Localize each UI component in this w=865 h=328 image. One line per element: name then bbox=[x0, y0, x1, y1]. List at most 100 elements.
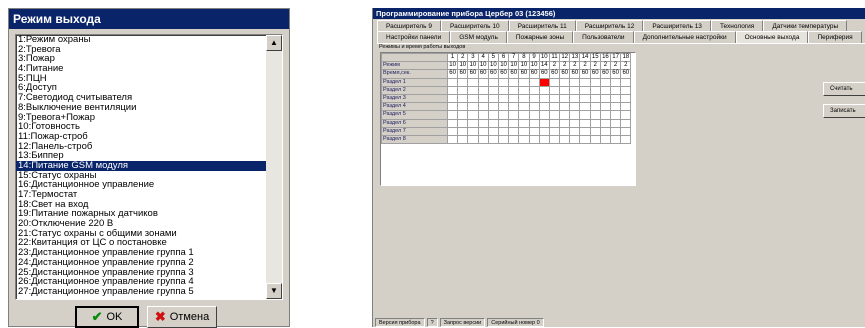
value-cell[interactable]: 60 bbox=[446, 69, 459, 79]
scroll-up-icon[interactable]: ▲ bbox=[266, 35, 282, 51]
value-cell[interactable]: 10 bbox=[497, 61, 510, 71]
section-cell[interactable] bbox=[528, 93, 540, 104]
section-cell[interactable] bbox=[457, 93, 469, 104]
section-cell[interactable] bbox=[620, 77, 632, 87]
section-cell[interactable] bbox=[457, 85, 469, 95]
list-item[interactable]: 9:Тревога+Пожар bbox=[16, 113, 268, 123]
section-cell[interactable] bbox=[508, 102, 520, 112]
value-cell[interactable]: 10 bbox=[457, 61, 469, 71]
section-cell[interactable] bbox=[609, 102, 622, 112]
section-cell[interactable] bbox=[528, 134, 540, 145]
section-cell[interactable] bbox=[569, 85, 581, 95]
value-cell[interactable]: 60 bbox=[548, 69, 561, 79]
list-item[interactable]: 18:Свет на вход bbox=[16, 200, 268, 210]
section-cell[interactable] bbox=[467, 93, 479, 104]
section-cell[interactable] bbox=[589, 118, 601, 128]
list-item[interactable]: 21:Статус охраны с общими зонами bbox=[16, 229, 268, 239]
section-cell[interactable] bbox=[446, 77, 459, 87]
section-cell[interactable] bbox=[487, 126, 499, 136]
section-cell[interactable] bbox=[508, 77, 520, 87]
section-cell[interactable] bbox=[538, 102, 550, 112]
section-cell[interactable] bbox=[620, 118, 632, 128]
section-cell[interactable] bbox=[599, 118, 612, 128]
section-cell[interactable] bbox=[620, 134, 632, 145]
section-cell[interactable] bbox=[538, 110, 550, 120]
section-cell[interactable] bbox=[446, 118, 459, 128]
value-cell[interactable]: 2 bbox=[559, 61, 571, 71]
section-cell[interactable] bbox=[599, 93, 612, 104]
section-cell[interactable] bbox=[589, 134, 601, 145]
section-cell[interactable] bbox=[446, 126, 459, 136]
section-cell[interactable] bbox=[518, 85, 530, 95]
section-cell[interactable] bbox=[589, 93, 601, 104]
section-cell[interactable] bbox=[497, 110, 510, 120]
section-cell[interactable] bbox=[538, 126, 550, 136]
section-cell[interactable] bbox=[508, 93, 520, 104]
section-cell[interactable] bbox=[538, 85, 550, 95]
section-cell[interactable] bbox=[528, 110, 540, 120]
section-cell[interactable] bbox=[569, 118, 581, 128]
section-cell[interactable] bbox=[457, 126, 469, 136]
section-cell[interactable] bbox=[559, 134, 571, 145]
section-cell[interactable] bbox=[477, 93, 489, 104]
value-cell[interactable]: 60 bbox=[569, 69, 581, 79]
list-item[interactable]: 26:Дистанционное управление группа 4 bbox=[16, 277, 268, 287]
section-cell[interactable] bbox=[446, 134, 459, 145]
section-cell[interactable] bbox=[487, 85, 499, 95]
read-button[interactable]: Считать bbox=[823, 82, 865, 96]
value-cell[interactable]: 60 bbox=[477, 69, 489, 79]
section-cell[interactable] bbox=[589, 85, 601, 95]
section-cell[interactable] bbox=[457, 77, 469, 87]
section-cell[interactable] bbox=[467, 110, 479, 120]
value-cell[interactable]: 60 bbox=[599, 69, 612, 79]
list-item[interactable]: 15:Статус охраны bbox=[16, 171, 268, 181]
section-cell[interactable] bbox=[528, 85, 540, 95]
section-cell[interactable] bbox=[518, 77, 530, 87]
outputs-grid[interactable]: 1 2 3 4 5 6 7 8 9 10 11 12 13 14 15 16 17 18 Режим 10 10 10 10… bbox=[380, 52, 636, 186]
section-cell[interactable] bbox=[548, 110, 561, 120]
tab[interactable]: Периферия bbox=[808, 31, 862, 43]
section-cell[interactable] bbox=[609, 118, 622, 128]
tab[interactable]: Дополнительные настройки bbox=[633, 31, 736, 43]
section-cell[interactable] bbox=[528, 126, 540, 136]
value-cell[interactable]: 60 bbox=[518, 69, 530, 79]
section-cell[interactable] bbox=[548, 93, 561, 104]
list-item[interactable]: 13:Биппер bbox=[16, 151, 268, 161]
section-cell[interactable] bbox=[620, 102, 632, 112]
list-item[interactable]: 11:Пожар-строб bbox=[16, 132, 268, 142]
write-button[interactable]: Записать bbox=[823, 104, 865, 118]
value-cell[interactable]: 2 bbox=[548, 61, 561, 71]
tab[interactable]: Настройки панели bbox=[377, 31, 451, 43]
section-cell[interactable] bbox=[518, 134, 530, 145]
value-cell[interactable]: 60 bbox=[559, 69, 571, 79]
list-scrollbar[interactable]: ▲ ▼ bbox=[266, 35, 282, 299]
section-cell[interactable] bbox=[569, 77, 581, 87]
value-cell[interactable]: 60 bbox=[457, 69, 469, 79]
section-cell[interactable] bbox=[599, 126, 612, 136]
section-cell[interactable] bbox=[487, 134, 499, 145]
list-item[interactable]: 3:Пожар bbox=[16, 54, 268, 64]
section-cell[interactable] bbox=[579, 126, 591, 136]
value-cell[interactable]: 60 bbox=[508, 69, 520, 79]
tab[interactable]: Пользователи bbox=[573, 31, 634, 43]
section-cell-marked[interactable] bbox=[538, 77, 550, 87]
list-item[interactable]: 24:Дистанционное управление группа 2 bbox=[16, 258, 268, 268]
list-item[interactable]: 12:Панель-строб bbox=[16, 142, 268, 152]
section-cell[interactable] bbox=[446, 93, 459, 104]
section-cell[interactable] bbox=[589, 102, 601, 112]
section-cell[interactable] bbox=[589, 110, 601, 120]
value-cell[interactable]: 10 bbox=[528, 61, 540, 71]
section-cell[interactable] bbox=[538, 118, 550, 128]
value-cell[interactable]: 60 bbox=[620, 69, 632, 79]
section-cell[interactable] bbox=[589, 126, 601, 136]
section-cell[interactable] bbox=[467, 85, 479, 95]
value-cell[interactable]: 60 bbox=[579, 69, 591, 79]
section-cell[interactable] bbox=[609, 93, 622, 104]
list-item[interactable]: 5:ПЦН bbox=[16, 74, 268, 84]
section-cell[interactable] bbox=[609, 85, 622, 95]
section-cell[interactable] bbox=[559, 85, 571, 95]
list-item[interactable]: 19:Питание пожарных датчиков bbox=[16, 209, 268, 219]
section-cell[interactable] bbox=[467, 134, 479, 145]
scroll-down-icon[interactable]: ▼ bbox=[266, 283, 282, 299]
section-cell[interactable] bbox=[559, 102, 571, 112]
